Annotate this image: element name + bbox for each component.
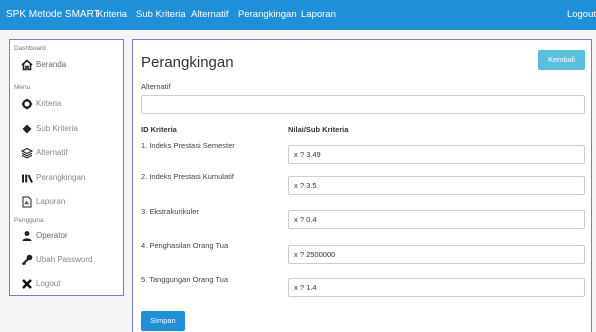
nav-link-kriteria[interactable]: Kriteria: [97, 0, 127, 30]
criteria-value-input[interactable]: x ? 1.4: [288, 278, 585, 297]
save-button[interactable]: Simpan: [141, 311, 185, 331]
sidebar-item-label: Sub Kriteria: [36, 124, 78, 133]
criteria-label: 2. Indeks Prestasi Kumulatif: [141, 172, 234, 181]
criteria-value-input[interactable]: x ? 3.49: [288, 145, 585, 164]
sidebar-item-label: Perangkingan: [36, 173, 86, 182]
column-header-nilai: Nilai/Sub Kriteria: [288, 125, 349, 134]
nav-link-laporan[interactable]: Laporan: [301, 0, 336, 30]
document-icon: [22, 196, 32, 208]
diamond-icon: [22, 124, 32, 134]
sidebar-item-ubah-password[interactable]: Ubah Password: [10, 251, 122, 271]
sidebar-item-perangkingan[interactable]: Perangkingan: [10, 169, 122, 189]
sidebar-item-alternatif[interactable]: Alternatif: [10, 144, 122, 164]
nav-link-sub-kriteria[interactable]: Sub Kriteria: [136, 0, 186, 30]
sidebar-item-label: Laporan: [36, 197, 66, 206]
alternatif-input[interactable]: [141, 95, 585, 114]
top-navbar: SPK Metode SMART Kriteria Sub Kriteria A…: [0, 0, 596, 30]
criteria-value-input[interactable]: x ? 2500000: [288, 245, 585, 264]
gear-icon: [21, 98, 33, 110]
criteria-label: 1. Indeks Prestasi Semester: [141, 141, 235, 150]
key-icon: [21, 254, 33, 266]
sidebar-item-label: Operator: [36, 231, 68, 240]
nav-link-alternatif[interactable]: Alternatif: [191, 0, 229, 30]
back-button[interactable]: Kembali: [538, 50, 585, 70]
home-icon: [21, 59, 33, 71]
column-header-kriteria: ID Kriteria: [141, 125, 177, 134]
sidebar-item-label: Alternatif: [36, 148, 68, 157]
sidebar-item-label: Logout: [36, 279, 61, 288]
criteria-label: 4. Penghasilan Orang Tua: [141, 241, 229, 250]
sidebar-item-laporan[interactable]: Laporan: [10, 193, 122, 213]
close-icon: [22, 279, 32, 289]
sidebar-section-dashboard: Dashboard: [14, 45, 46, 52]
sidebar-section-pengguna: Pengguna: [14, 217, 44, 224]
sidebar-item-label: Ubah Password: [36, 255, 93, 264]
criteria-label: 3. Ekstrakurikuler: [141, 207, 199, 216]
alternatif-label: Alternatif: [141, 82, 171, 91]
sidebar-item-logout[interactable]: Logout: [10, 275, 122, 295]
user-icon: [22, 231, 32, 241]
sidebar-item-operator[interactable]: Operator: [10, 227, 122, 247]
ranking-icon: [22, 174, 33, 183]
nav-link-perangkingan[interactable]: Perangkingan: [238, 0, 297, 30]
main-panel: Perangkingan Kembali Alternatif ID Krite…: [132, 39, 592, 332]
sidebar: Dashboard Beranda Menu Kriteria Sub Krit…: [9, 39, 124, 296]
criteria-value-input[interactable]: x ? 3.5: [288, 176, 585, 195]
nav-logout-link[interactable]: Logout: [567, 0, 596, 30]
navbar-brand[interactable]: SPK Metode SMART: [6, 0, 100, 30]
sidebar-item-label: Kriteria: [36, 99, 62, 108]
criteria-label: 5. Tanggungan Orang Tua: [141, 275, 229, 284]
criteria-value-input[interactable]: x ? 0.4: [288, 210, 585, 229]
sidebar-item-label: Beranda: [36, 60, 67, 69]
sidebar-item-sub-kriteria[interactable]: Sub Kriteria: [10, 120, 122, 140]
sidebar-section-menu: Menu: [14, 84, 31, 91]
sidebar-item-beranda[interactable]: Beranda: [10, 56, 122, 76]
layers-icon: [21, 147, 33, 159]
page-title: Perangkingan: [141, 54, 234, 71]
sidebar-item-kriteria[interactable]: Kriteria: [10, 95, 122, 115]
